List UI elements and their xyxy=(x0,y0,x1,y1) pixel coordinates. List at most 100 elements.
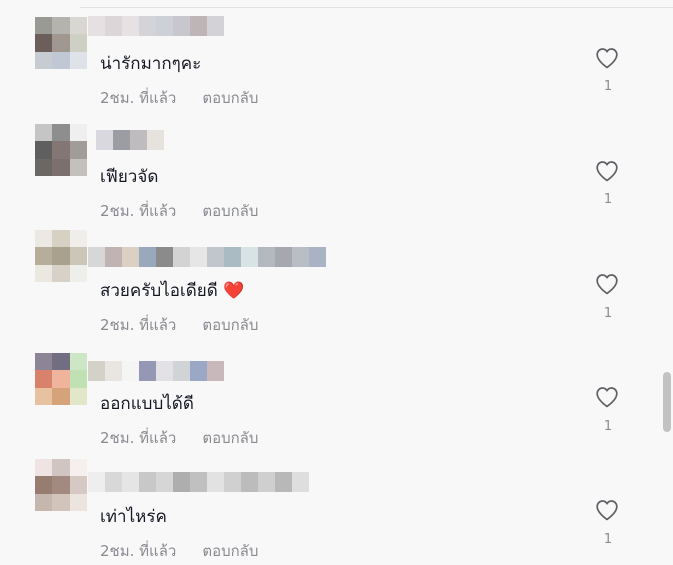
avatar-pixel xyxy=(35,476,53,494)
avatar-pixel xyxy=(35,124,53,142)
avatar-pixel xyxy=(52,247,70,265)
username-blurred[interactable] xyxy=(88,247,326,267)
scrollbar-thumb[interactable] xyxy=(663,372,671,432)
avatar-pixel xyxy=(35,459,53,477)
username-pixel xyxy=(105,361,122,381)
avatar-pixel xyxy=(52,370,70,388)
avatar-pixel xyxy=(52,230,70,248)
avatar-pixel xyxy=(69,158,87,176)
avatar-pixel xyxy=(69,493,87,511)
avatar-pixel xyxy=(69,247,87,265)
reply-button[interactable]: ตอบกลับ xyxy=(202,542,258,560)
comment-item: เท่าไหร่ค 2ชม. ที่แล้ว ตอบกลับ 1 xyxy=(0,452,660,565)
avatar[interactable] xyxy=(35,459,87,511)
username-pixel xyxy=(139,16,156,36)
comment-meta: 2ชม. ที่แล้ว ตอบกลับ xyxy=(100,426,258,450)
avatar-pixel xyxy=(69,124,87,142)
username-pixel xyxy=(139,247,156,267)
avatar-pixel xyxy=(69,353,87,371)
avatar-pixel xyxy=(52,34,70,52)
comment-meta: 2ชม. ที่แล้ว ตอบกลับ xyxy=(100,86,258,110)
username-pixel xyxy=(258,472,275,492)
avatar-pixel xyxy=(69,230,87,248)
reply-button[interactable]: ตอบกลับ xyxy=(202,316,258,334)
avatar-pixel xyxy=(35,370,53,388)
comment-item: น่ารักมากๆคะ 2ชม. ที่แล้ว ตอบกลับ 1 xyxy=(0,0,660,113)
username-pixel xyxy=(275,247,292,267)
avatar-pixel xyxy=(52,51,70,69)
like-count: 1 xyxy=(603,419,613,434)
heart-outline-icon[interactable] xyxy=(595,160,619,182)
avatar-pixel xyxy=(69,17,87,35)
heart-outline-icon[interactable] xyxy=(595,47,619,69)
avatar-pixel xyxy=(52,124,70,142)
avatar-pixel xyxy=(69,459,87,477)
avatar[interactable] xyxy=(35,230,87,282)
username-pixel xyxy=(105,247,122,267)
username-pixel xyxy=(207,16,224,36)
username-pixel xyxy=(275,472,292,492)
comment-item: เฟียวจัด 2ชม. ที่แล้ว ตอบกลับ 1 xyxy=(0,113,660,226)
like-count: 1 xyxy=(603,79,613,94)
avatar[interactable] xyxy=(35,17,87,69)
avatar-pixel xyxy=(52,353,70,371)
avatar-pixel xyxy=(52,141,70,159)
username-blurred[interactable] xyxy=(88,472,309,492)
comment-text: น่ารักมากๆคะ xyxy=(100,50,201,77)
username-blurred[interactable] xyxy=(88,361,224,381)
username-pixel xyxy=(292,472,309,492)
comment-text-body: น่ารักมากๆคะ xyxy=(100,54,202,74)
username-pixel xyxy=(309,247,326,267)
comment-text-body: ออกแบบได้ดี xyxy=(100,394,194,414)
comment-item: ออกแบบได้ดี 2ชม. ที่แล้ว ตอบกลับ 1 xyxy=(0,339,660,452)
username-blurred[interactable] xyxy=(88,16,224,36)
reply-button[interactable]: ตอบกลับ xyxy=(202,89,258,107)
username-pixel xyxy=(190,361,207,381)
avatar-pixel xyxy=(52,476,70,494)
heart-outline-icon[interactable] xyxy=(595,386,619,408)
username-pixel xyxy=(88,16,105,36)
avatar-pixel xyxy=(35,353,53,371)
like-count: 1 xyxy=(603,306,613,321)
username-pixel xyxy=(105,16,122,36)
avatar[interactable] xyxy=(35,353,87,405)
heart-outline-icon[interactable] xyxy=(595,499,619,521)
username-pixel xyxy=(241,472,258,492)
comment-text-body: เท่าไหร่ค xyxy=(100,507,167,527)
avatar-pixel xyxy=(35,34,53,52)
username-pixel xyxy=(88,247,105,267)
username-pixel xyxy=(207,361,224,381)
username-pixel xyxy=(241,247,258,267)
reply-button[interactable]: ตอบกลับ xyxy=(202,202,258,220)
username-pixel xyxy=(96,130,113,150)
comment-time: 2ชม. ที่แล้ว xyxy=(100,542,177,560)
avatar-pixel xyxy=(35,51,53,69)
username-pixel xyxy=(190,247,207,267)
comment-time: 2ชม. ที่แล้ว xyxy=(100,89,177,107)
comment-meta: 2ชม. ที่แล้ว ตอบกลับ xyxy=(100,539,258,563)
avatar-pixel xyxy=(35,387,53,405)
reply-button[interactable]: ตอบกลับ xyxy=(202,429,258,447)
avatar-pixel xyxy=(35,493,53,511)
comment-time: 2ชม. ที่แล้ว xyxy=(100,202,177,220)
username-pixel xyxy=(156,247,173,267)
avatar-pixel xyxy=(69,264,87,282)
username-pixel xyxy=(190,16,207,36)
comment-text-body: เฟียวจัด xyxy=(100,167,159,187)
username-pixel xyxy=(139,472,156,492)
avatar-pixel xyxy=(52,493,70,511)
username-pixel xyxy=(156,16,173,36)
username-pixel xyxy=(173,361,190,381)
avatar-pixel xyxy=(69,141,87,159)
avatar[interactable] xyxy=(35,124,87,176)
heart-outline-icon[interactable] xyxy=(595,273,619,295)
username-pixel xyxy=(130,130,147,150)
avatar-pixel xyxy=(35,247,53,265)
comment-text: เท่าไหร่ค xyxy=(100,503,167,530)
username-pixel xyxy=(190,472,207,492)
username-pixel xyxy=(147,130,164,150)
comment-meta: 2ชม. ที่แล้ว ตอบกลับ xyxy=(100,199,258,223)
avatar-pixel xyxy=(52,387,70,405)
username-blurred[interactable] xyxy=(96,130,164,150)
avatar-pixel xyxy=(35,158,53,176)
